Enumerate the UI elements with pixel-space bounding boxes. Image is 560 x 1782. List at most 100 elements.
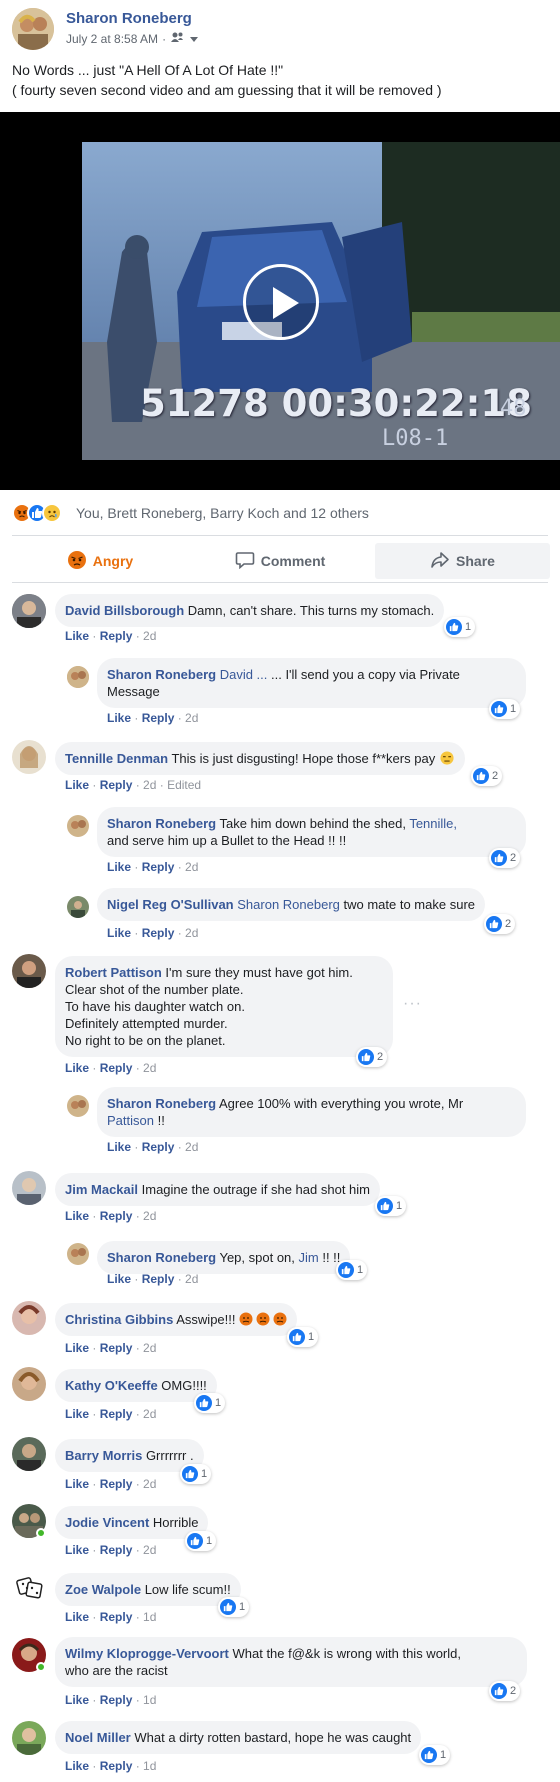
commenter-name[interactable]: Barry Morris: [65, 1448, 142, 1463]
like-link[interactable]: Like: [107, 860, 131, 874]
commenter-name[interactable]: Nigel Reg O'Sullivan: [107, 897, 234, 912]
reply-link[interactable]: Reply: [142, 860, 175, 874]
like-link[interactable]: Like: [65, 1610, 89, 1624]
like-link[interactable]: Like: [65, 629, 89, 643]
reply-link[interactable]: Reply: [100, 1061, 133, 1075]
mention-link[interactable]: Tennille,: [409, 816, 457, 831]
commenter-avatar[interactable]: [12, 1721, 46, 1755]
reactions-text[interactable]: You, Brett Roneberg, Barry Koch and 12 o…: [76, 505, 369, 521]
video-player[interactable]: 51278 00:30:22:18 48 L08-1: [0, 112, 560, 490]
reply-link[interactable]: Reply: [100, 1759, 133, 1773]
comment-like-count[interactable]: 1: [489, 699, 521, 719]
reply-link[interactable]: Reply: [100, 1477, 133, 1491]
comment-time[interactable]: 2d: [143, 778, 156, 792]
commenter-avatar[interactable]: [12, 954, 46, 988]
reply-link[interactable]: Reply: [142, 1140, 175, 1154]
reactions-summary[interactable]: You, Brett Roneberg, Barry Koch and 12 o…: [0, 490, 560, 536]
reply-link[interactable]: Reply: [142, 926, 175, 940]
commenter-avatar[interactable]: [67, 1243, 89, 1265]
comment-time[interactable]: 2d: [143, 1477, 156, 1491]
commenter-name[interactable]: David Billsborough: [65, 603, 184, 618]
reply-link[interactable]: Reply: [100, 629, 133, 643]
like-link[interactable]: Like: [107, 1272, 131, 1286]
like-link[interactable]: Like: [65, 1061, 89, 1075]
comment-like-count[interactable]: 1: [287, 1327, 319, 1347]
commenter-avatar[interactable]: [67, 666, 89, 688]
more-options-icon[interactable]: ···: [403, 995, 422, 1013]
commenter-avatar[interactable]: [12, 1437, 46, 1471]
friends-audience-icon[interactable]: [170, 31, 186, 46]
comment-like-count[interactable]: 2: [471, 766, 503, 786]
play-button[interactable]: [243, 264, 319, 340]
commenter-avatar[interactable]: [67, 896, 89, 918]
comment-time[interactable]: 1d: [143, 1610, 156, 1624]
comment-like-count[interactable]: 1: [194, 1393, 226, 1413]
commenter-name[interactable]: Christina Gibbins: [65, 1312, 173, 1327]
commenter-avatar[interactable]: [12, 740, 46, 774]
commenter-avatar[interactable]: [67, 1095, 89, 1117]
comment-time[interactable]: 1d: [143, 1759, 156, 1773]
reply-link[interactable]: Reply: [100, 1407, 133, 1421]
reply-link[interactable]: Reply: [100, 1209, 133, 1223]
comment-time[interactable]: 2d: [185, 860, 198, 874]
comment-like-count[interactable]: 2: [484, 914, 516, 934]
comment-like-count[interactable]: 2: [489, 1681, 521, 1701]
commenter-name[interactable]: Sharon Roneberg: [107, 816, 216, 831]
like-link[interactable]: Like: [65, 778, 89, 792]
mention-link[interactable]: Jim: [299, 1250, 319, 1265]
comment-like-count[interactable]: 1: [180, 1464, 212, 1484]
angry-reaction-button[interactable]: Angry: [12, 543, 188, 579]
like-link[interactable]: Like: [65, 1543, 89, 1557]
commenter-name[interactable]: Tennille Denman: [65, 751, 168, 766]
comment-button[interactable]: Comment: [192, 543, 368, 579]
comment-time[interactable]: 2d: [185, 926, 198, 940]
comment-like-count[interactable]: 2: [489, 848, 521, 868]
commenter-avatar[interactable]: [12, 1571, 46, 1605]
reply-link[interactable]: Reply: [100, 1610, 133, 1624]
commenter-name[interactable]: Zoe Walpole: [65, 1582, 141, 1597]
commenter-name[interactable]: Sharon Roneberg: [107, 667, 216, 682]
like-link[interactable]: Like: [65, 1209, 89, 1223]
comment-like-count[interactable]: 1: [185, 1531, 217, 1551]
like-link[interactable]: Like: [65, 1341, 89, 1355]
comment-time[interactable]: 2d: [143, 1543, 156, 1557]
comment-like-count[interactable]: 1: [375, 1196, 407, 1216]
commenter-name[interactable]: Kathy O'Keeffe: [65, 1378, 158, 1393]
reply-link[interactable]: Reply: [100, 1341, 133, 1355]
reply-link[interactable]: Reply: [142, 711, 175, 725]
reply-link[interactable]: Reply: [142, 1272, 175, 1286]
comment-time[interactable]: 2d: [143, 1061, 156, 1075]
like-link[interactable]: Like: [65, 1407, 89, 1421]
post-author-name[interactable]: Sharon Roneberg: [66, 10, 192, 27]
commenter-avatar[interactable]: [12, 594, 46, 628]
comment-like-count[interactable]: 2: [356, 1047, 388, 1067]
share-button[interactable]: Share: [375, 543, 550, 579]
mention-link[interactable]: David ...: [220, 667, 268, 682]
reply-link[interactable]: Reply: [100, 778, 133, 792]
comment-time[interactable]: 2d: [185, 1272, 198, 1286]
commenter-avatar[interactable]: [12, 1301, 46, 1335]
reply-link[interactable]: Reply: [100, 1543, 133, 1557]
mention-link[interactable]: Sharon Roneberg: [237, 897, 340, 912]
commenter-name[interactable]: Robert Pattison: [65, 965, 162, 980]
comment-like-count[interactable]: 1: [336, 1260, 368, 1280]
commenter-name[interactable]: Noel Miller: [65, 1730, 131, 1745]
chevron-down-icon[interactable]: [190, 32, 199, 46]
reply-link[interactable]: Reply: [100, 1693, 133, 1707]
commenter-name[interactable]: Sharon Roneberg: [107, 1250, 216, 1265]
comment-like-count[interactable]: 1: [419, 1745, 451, 1765]
comment-time[interactable]: 2d: [143, 1341, 156, 1355]
like-link[interactable]: Like: [65, 1759, 89, 1773]
edited-label[interactable]: Edited: [167, 778, 201, 792]
like-link[interactable]: Like: [65, 1693, 89, 1707]
comment-time[interactable]: 2d: [143, 629, 156, 643]
post-timestamp[interactable]: July 2 at 8:58 AM: [66, 32, 158, 46]
comment-like-count[interactable]: 1: [444, 617, 476, 637]
comment-time[interactable]: 2d: [143, 1209, 156, 1223]
comment-time[interactable]: 2d: [143, 1407, 156, 1421]
author-avatar[interactable]: [12, 8, 54, 50]
like-link[interactable]: Like: [107, 926, 131, 940]
commenter-avatar[interactable]: [12, 1367, 46, 1401]
like-link[interactable]: Like: [107, 1140, 131, 1154]
commenter-name[interactable]: Sharon Roneberg: [107, 1096, 216, 1111]
